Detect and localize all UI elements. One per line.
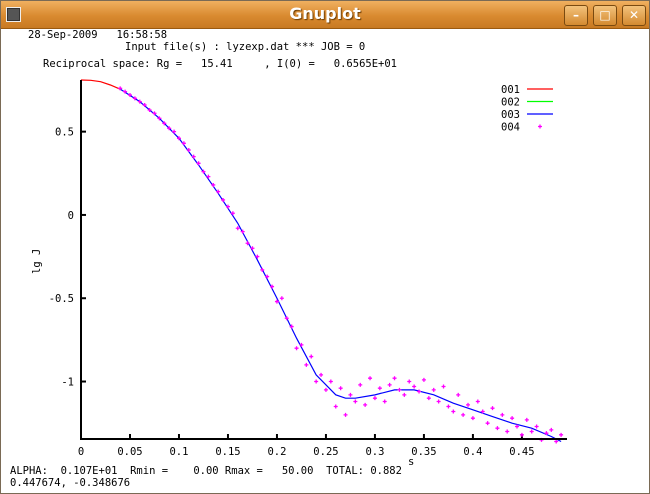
series-004-point [196,161,201,166]
window-title: Gnuplot [289,4,361,23]
input-file-label: Input file(s) : lyzexp.dat *** JOB = 0 [125,41,365,53]
minimize-button[interactable]: – [564,5,588,26]
series-004-point [529,429,534,434]
series-004-point [534,424,539,429]
series-004-point [500,412,505,417]
series-004-point [549,427,554,432]
series-004-point [191,154,196,159]
series-004-point [353,399,358,404]
series-004-point [470,416,475,421]
series-004-point [304,362,309,367]
series-004-point [510,416,515,421]
x-tick-label: 0 [78,446,84,458]
y-tick-label: 0 [68,210,74,222]
series-004-point [172,129,177,134]
series-004-point [338,386,343,391]
series-004-point [333,404,338,409]
series-004-point [505,429,510,434]
series-004-point [250,246,255,251]
series-004-point [382,399,387,404]
legend-label-004: 004 [501,122,520,134]
series-004-point [397,387,402,392]
cursor-readout: 0.447674, -0.348676 [10,477,130,489]
legend-label-003: 003 [501,109,520,121]
series-004-point [299,342,304,347]
series-004-point [314,379,319,384]
series-004-point [446,404,451,409]
series-004-point [372,396,377,401]
series-004-point [559,432,564,437]
series-004-point [319,372,324,377]
series-004-point [456,392,461,397]
x-tick-label: 0.25 [313,446,338,458]
x-tick-label: 0.05 [117,446,142,458]
x-tick-label: 0.15 [215,446,240,458]
legend-swatch-004 [538,124,542,129]
x-tick-label: 0.45 [509,446,534,458]
series-001-line [80,79,121,90]
x-tick-label: 0.35 [411,446,436,458]
series-004-point [323,387,328,392]
series-004-point [436,399,441,404]
stats-label: ALPHA: 0.107E+01 Rmin = 0.00 Rmax = 50.0… [10,465,402,477]
series-004-point [363,402,368,407]
series-004-point [343,412,348,417]
series-004-point [309,354,314,359]
reciprocal-space-label: Reciprocal space: Rg = 15.41 , I(0) = 0.… [43,58,397,70]
series-004-point [495,426,500,431]
series-004-point [451,409,456,414]
series-004-point [358,382,363,387]
series-004-point [466,402,471,407]
y-axis-label: lg J [31,249,43,274]
series-004-point [490,406,495,411]
series-004-point [524,417,529,422]
x-tick-label: 0.2 [267,446,286,458]
series-004-point [426,396,431,401]
series-004-point [475,399,480,404]
series-004-point [368,376,373,381]
series-004-point [294,346,299,351]
legend-label-002: 002 [501,97,520,109]
series-004-point [348,392,353,397]
series-004-point [402,392,407,397]
series-004-point [461,412,466,417]
series-004-point [417,389,422,394]
title-bar[interactable]: Gnuplot – □ ✕ [1,1,649,29]
series-004-point [407,379,412,384]
y-tick-label: -1 [61,377,74,389]
series-004-point [519,432,524,437]
series-004-point [186,147,191,152]
datetime-label: 28-Sep-2009 16:58:58 [28,29,167,41]
series-004-point [431,387,436,392]
series-004-point [387,382,392,387]
series-004-point [284,316,289,321]
x-tick-label: 0.1 [169,446,188,458]
series-004-point [181,141,186,146]
x-tick-label: 0.4 [463,446,482,458]
y-tick-label: 0.5 [55,127,74,139]
series-004-point [421,377,426,382]
series-004-point [377,386,382,391]
series-004-point [328,379,333,384]
series-004-point [412,384,417,389]
series-004-point [441,384,446,389]
maximize-button[interactable]: □ [593,5,617,26]
close-button[interactable]: ✕ [622,5,646,26]
series-004-point [485,421,490,426]
legend-label-001: 001 [501,84,520,96]
series-004-point [279,296,284,301]
plot-canvas[interactable]: 28-Sep-2009 16:58:58 Input file(s) : lyz… [0,28,650,492]
series-004-point [392,376,397,381]
y-tick-label: -0.5 [49,293,74,305]
x-tick-label: 0.3 [365,446,384,458]
